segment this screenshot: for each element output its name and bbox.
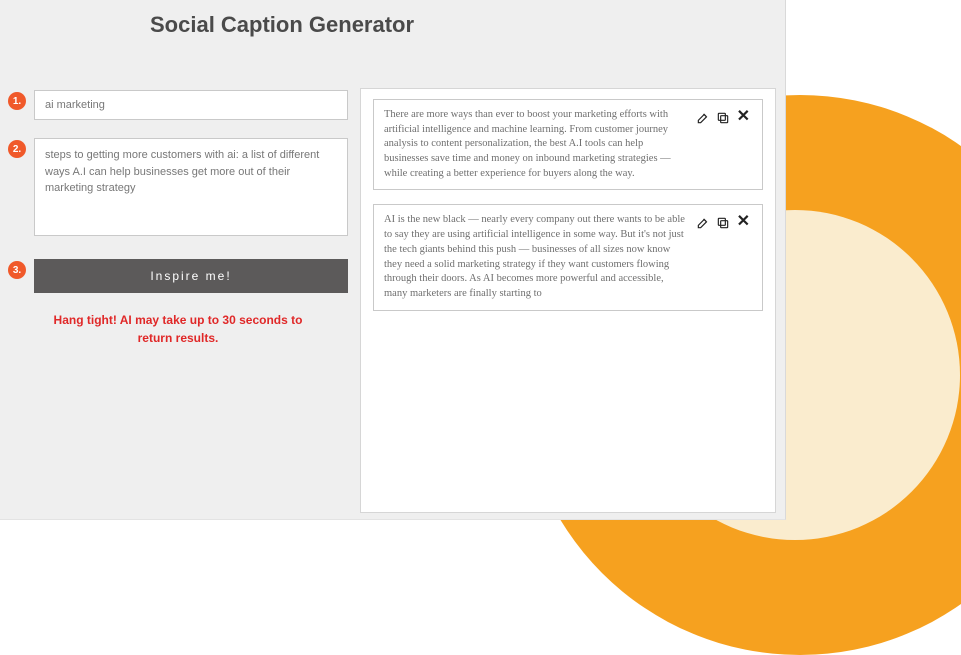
- description-textarea[interactable]: [34, 138, 348, 236]
- result-card: There are more ways than ever to boost y…: [373, 99, 763, 190]
- result-text: There are more ways than ever to boost y…: [384, 108, 695, 181]
- step-badge-1: 1.: [8, 92, 26, 110]
- results-panel: There are more ways than ever to boost y…: [360, 88, 776, 513]
- inspire-button[interactable]: Inspire me!: [34, 259, 348, 293]
- close-icon[interactable]: ✕: [735, 110, 752, 124]
- edit-icon[interactable]: [695, 215, 711, 231]
- result-actions: ✕: [695, 108, 752, 181]
- step-1: 1.: [8, 90, 348, 120]
- input-column: 1. 2. 3. Inspire me! Hang tight! AI may …: [8, 90, 348, 347]
- step-2: 2.: [8, 138, 348, 241]
- step-badge-3: 3.: [8, 261, 26, 279]
- close-icon[interactable]: ✕: [735, 215, 752, 229]
- page-title: Social Caption Generator: [150, 12, 414, 38]
- copy-icon[interactable]: [715, 215, 731, 231]
- topic-input[interactable]: [34, 90, 348, 120]
- result-text: AI is the new black — nearly every compa…: [384, 213, 695, 301]
- app-panel: Social Caption Generator 1. 2. 3. Inspir…: [0, 0, 786, 520]
- result-card: AI is the new black — nearly every compa…: [373, 204, 763, 310]
- step-3: 3. Inspire me!: [8, 259, 348, 293]
- status-message: Hang tight! AI may take up to 30 seconds…: [8, 311, 348, 347]
- copy-icon[interactable]: [715, 110, 731, 126]
- step-badge-2: 2.: [8, 140, 26, 158]
- result-actions: ✕: [695, 213, 752, 301]
- edit-icon[interactable]: [695, 110, 711, 126]
